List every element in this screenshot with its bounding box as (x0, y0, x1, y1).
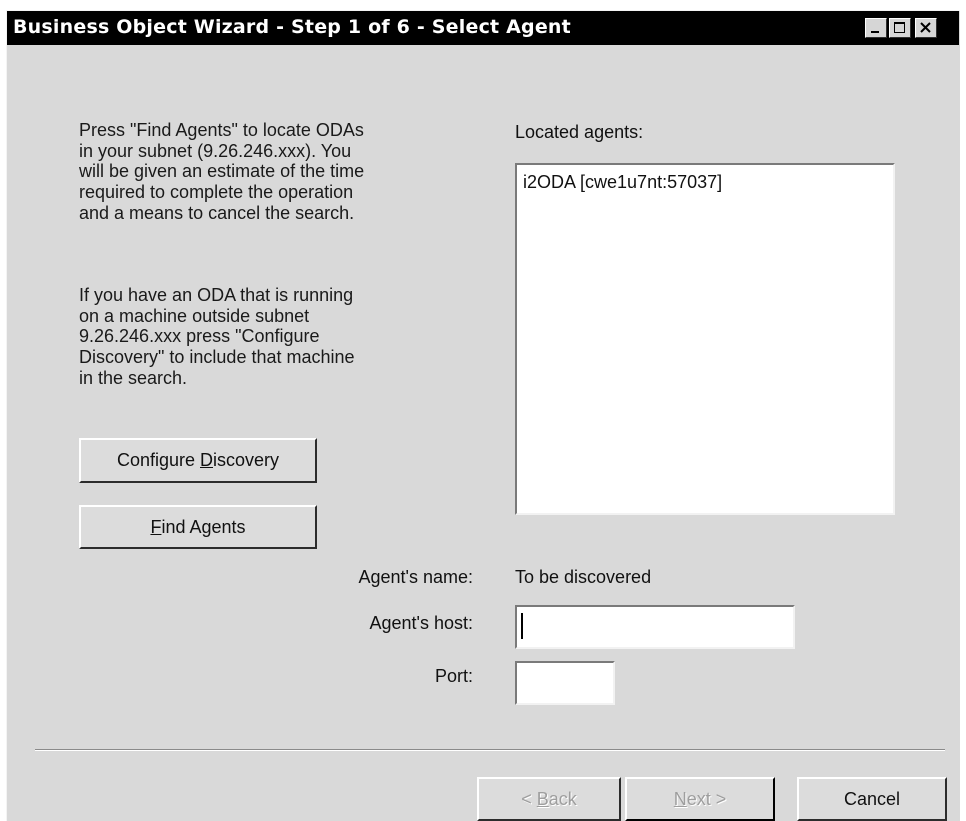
agent-name-value: To be discovered (515, 567, 652, 587)
instructions-find-agents: Press "Find Agents" to locate ODAs in yo… (79, 120, 365, 223)
maximize-icon (894, 22, 905, 33)
cancel-button[interactable]: Cancel (797, 777, 947, 821)
find-agents-label: Find Agents (150, 516, 246, 537)
agent-name-label: Agent's name: (358, 567, 473, 587)
configure-discovery-label: Configure Discovery (116, 450, 280, 470)
close-icon (920, 22, 931, 33)
agent-list-item[interactable]: i2ODA [cwe1u7nt:57037] (523, 172, 722, 193)
next-label: Next > (673, 788, 727, 809)
window-title: Business Object Wizard - Step 1 of 6 - S… (13, 16, 571, 38)
port-input[interactable] (515, 661, 615, 705)
located-agents-list[interactable]: i2ODA [cwe1u7nt:57037] (515, 163, 895, 515)
maximize-button[interactable] (889, 18, 911, 38)
minimize-icon (871, 31, 879, 33)
instructions-configure-discovery: If you have an ODA that is running on a … (79, 285, 355, 388)
wizard-window: Business Object Wizard - Step 1 of 6 - S… (6, 10, 960, 821)
title-bar[interactable]: Business Object Wizard - Step 1 of 6 - S… (7, 11, 959, 45)
agent-host-label: Agent's host: (369, 613, 474, 633)
minimize-button[interactable] (865, 18, 887, 38)
text-caret (521, 613, 523, 639)
next-button[interactable]: Next > (625, 777, 775, 821)
agent-host-input[interactable] (515, 605, 795, 649)
configure-discovery-button[interactable]: Configure Discovery (79, 438, 317, 483)
footer-separator (35, 749, 945, 751)
back-button[interactable]: < Back (477, 777, 621, 821)
located-agents-heading: Located agents: (515, 122, 644, 142)
close-button[interactable] (915, 18, 937, 38)
back-label: < Back (521, 788, 577, 809)
find-agents-button[interactable]: Find Agents (79, 505, 317, 549)
port-label: Port: (434, 666, 473, 686)
